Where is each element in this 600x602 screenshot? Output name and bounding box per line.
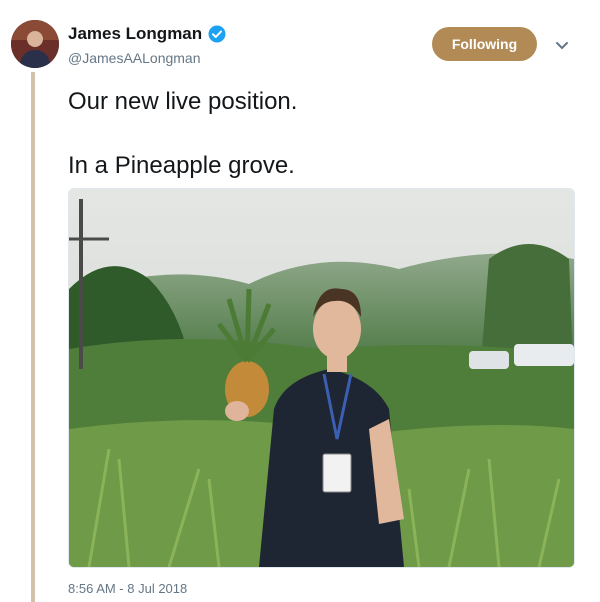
timestamp[interactable]: 8:56 AM - 8 Jul 2018 (68, 581, 187, 596)
avatar[interactable] (11, 20, 59, 68)
pineapple-grove-photo (69, 189, 574, 567)
tweet-text: Our new live position. In a Pineapple gr… (68, 86, 568, 182)
tweet-line: Our new live position. (68, 88, 298, 115)
tweet-photo[interactable] (68, 188, 575, 568)
tweet-line: In a Pineapple grove. (68, 152, 295, 179)
following-button[interactable]: Following (432, 27, 537, 61)
author-handle[interactable]: @JamesAALongman (68, 50, 201, 66)
author-name-row: James Longman (68, 24, 226, 44)
thread-line (31, 72, 35, 602)
verified-badge-icon (208, 25, 226, 43)
chevron-down-icon[interactable] (555, 38, 569, 56)
display-name[interactable]: James Longman (68, 24, 202, 44)
avatar-image (11, 20, 59, 68)
